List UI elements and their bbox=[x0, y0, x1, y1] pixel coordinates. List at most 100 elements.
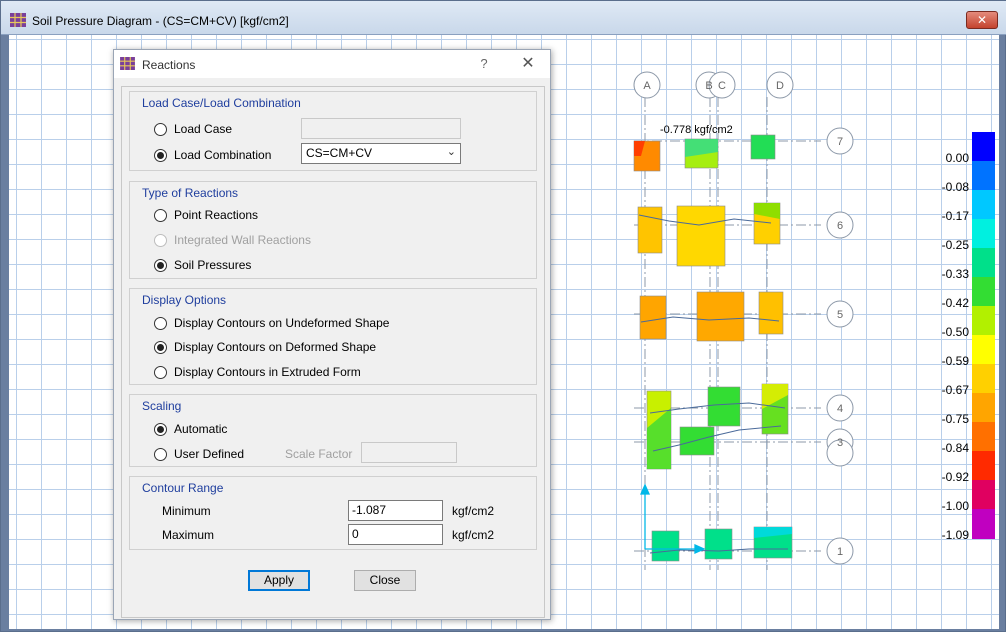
radio-deformed[interactable] bbox=[154, 340, 167, 354]
radio-soil-pressures[interactable] bbox=[154, 258, 167, 272]
legend-label: -0.75 bbox=[941, 412, 969, 426]
footing-bc6 bbox=[676, 205, 726, 267]
undeformed-radio[interactable]: Display Contours on Undeformed Shape bbox=[154, 316, 389, 330]
extruded-radio[interactable]: Display Contours in Extruded Form bbox=[154, 365, 361, 379]
soil-pressures-label: Soil Pressures bbox=[174, 258, 252, 272]
grid-label-b: B bbox=[705, 80, 712, 92]
dialog-title-bar: Reactions ? ✕ bbox=[114, 50, 550, 78]
legend-swatch bbox=[972, 190, 995, 220]
footing-bc5 bbox=[696, 291, 745, 342]
grid-label-5: 5 bbox=[837, 309, 843, 321]
user-defined-label: User Defined bbox=[174, 447, 245, 461]
window-close-button[interactable]: ✕ bbox=[966, 11, 998, 29]
legend-swatch bbox=[972, 480, 995, 510]
close-button[interactable]: Close bbox=[354, 570, 416, 591]
reaction-type-title: Type of Reactions bbox=[142, 186, 239, 200]
legend-label: 0.00 bbox=[945, 151, 969, 165]
grid-label-4: 4 bbox=[837, 403, 843, 415]
contour-range-group: Contour Range Minimum -1.087 kgf/cm2 Max… bbox=[129, 476, 537, 550]
undeformed-label: Display Contours on Undeformed Shape bbox=[174, 316, 390, 330]
grid-app-icon bbox=[120, 57, 135, 70]
legend-color-bar bbox=[972, 132, 995, 539]
legend-label: -0.59 bbox=[941, 354, 969, 368]
grid-label-7: 7 bbox=[837, 136, 843, 148]
legend-label: -1.09 bbox=[941, 528, 969, 542]
help-button[interactable]: ? bbox=[474, 54, 494, 74]
minimum-input[interactable]: -1.087 bbox=[348, 500, 443, 521]
legend-swatch bbox=[972, 393, 995, 423]
legend-swatch bbox=[972, 509, 995, 539]
radio-integrated-wall bbox=[154, 233, 167, 247]
integrated-wall-reactions-radio: Integrated Wall Reactions bbox=[154, 233, 311, 247]
load-group-title: Load Case/Load Combination bbox=[142, 96, 301, 110]
pressure-annotation: -0.778 kgf/cm2 bbox=[660, 124, 733, 136]
help-icon: ? bbox=[480, 56, 488, 71]
legend-label: -0.67 bbox=[941, 383, 969, 397]
deformed-label: Display Contours on Deformed Shape bbox=[174, 340, 377, 354]
deformed-radio[interactable]: Display Contours on Deformed Shape bbox=[154, 340, 376, 354]
user-defined-radio[interactable]: User Defined bbox=[154, 447, 244, 461]
automatic-label: Automatic bbox=[174, 422, 228, 436]
dialog-body: Load Case/Load Combination Load Case Loa… bbox=[121, 86, 545, 618]
legend-swatch bbox=[972, 335, 995, 365]
grid-label-c: C bbox=[718, 80, 726, 92]
minimum-unit: kgf/cm2 bbox=[452, 504, 495, 518]
grid-label-d: D bbox=[776, 80, 784, 92]
legend-swatch bbox=[972, 306, 995, 336]
legend-label: -0.08 bbox=[941, 180, 969, 194]
footing-d7 bbox=[750, 134, 776, 160]
legend-label: -1.00 bbox=[941, 499, 969, 513]
grid-label-3: 3 bbox=[837, 437, 843, 449]
load-combination-select[interactable]: CS=CM+CV ⌄ bbox=[301, 143, 461, 164]
load-group: Load Case/Load Combination Load Case Loa… bbox=[129, 91, 537, 171]
automatic-radio[interactable]: Automatic bbox=[154, 422, 227, 436]
footing-c4 bbox=[707, 386, 741, 427]
legend-swatch bbox=[972, 219, 995, 249]
dialog-title: Reactions bbox=[142, 58, 196, 72]
grid-label-6: 6 bbox=[837, 220, 843, 232]
maximum-input[interactable]: 0 bbox=[348, 524, 443, 545]
load-case-radio[interactable]: Load Case bbox=[154, 122, 232, 136]
legend-swatch bbox=[972, 451, 995, 481]
soil-pressures-radio[interactable]: Soil Pressures bbox=[154, 258, 251, 272]
chevron-down-icon: ⌄ bbox=[446, 146, 456, 158]
minimum-label: Minimum bbox=[162, 504, 211, 518]
close-icon: ✕ bbox=[976, 13, 988, 27]
point-reactions-radio[interactable]: Point Reactions bbox=[154, 208, 258, 222]
display-options-title: Display Options bbox=[142, 293, 227, 307]
point-reactions-label: Point Reactions bbox=[174, 208, 259, 222]
display-options-group: Display Options Display Contours on Unde… bbox=[129, 288, 537, 385]
footing-a6 bbox=[637, 206, 663, 254]
reaction-type-group: Type of Reactions Point Reactions Integr… bbox=[129, 181, 537, 279]
dialog-close-button[interactable]: ✕ bbox=[516, 54, 540, 74]
scaling-title: Scaling bbox=[142, 399, 182, 413]
footing-a5 bbox=[639, 295, 667, 340]
radio-undeformed[interactable] bbox=[154, 316, 167, 330]
scale-factor-field bbox=[361, 442, 457, 463]
load-combination-radio[interactable]: Load Combination bbox=[154, 148, 271, 162]
footing-b3 bbox=[679, 426, 715, 456]
radio-user-defined[interactable] bbox=[154, 447, 167, 461]
load-combination-label: Load Combination bbox=[174, 148, 272, 162]
legend-label: -0.92 bbox=[941, 470, 969, 484]
legend-swatch bbox=[972, 248, 995, 278]
footing-d5 bbox=[758, 291, 784, 335]
legend-label: -0.25 bbox=[941, 238, 969, 252]
legend-swatch bbox=[972, 132, 995, 162]
maximum-unit: kgf/cm2 bbox=[452, 528, 495, 542]
radio-load-combination[interactable] bbox=[154, 148, 167, 162]
radio-extruded[interactable] bbox=[154, 365, 167, 379]
contour-range-title: Contour Range bbox=[142, 481, 224, 495]
load-combination-value: CS=CM+CV bbox=[306, 146, 373, 160]
main-title-bar: Soil Pressure Diagram - (CS=CM+CV) [kgf/… bbox=[1, 1, 1006, 35]
radio-point-reactions[interactable] bbox=[154, 208, 167, 222]
legend-label: -0.42 bbox=[941, 296, 969, 310]
legend-label: -0.84 bbox=[941, 441, 969, 455]
grid-label-1: 1 bbox=[837, 546, 843, 558]
integrated-wall-label: Integrated Wall Reactions bbox=[174, 233, 311, 247]
grid-label-a: A bbox=[643, 80, 651, 92]
legend-swatch bbox=[972, 161, 995, 191]
radio-load-case[interactable] bbox=[154, 122, 167, 136]
radio-automatic[interactable] bbox=[154, 422, 167, 436]
apply-button[interactable]: Apply bbox=[248, 570, 310, 591]
